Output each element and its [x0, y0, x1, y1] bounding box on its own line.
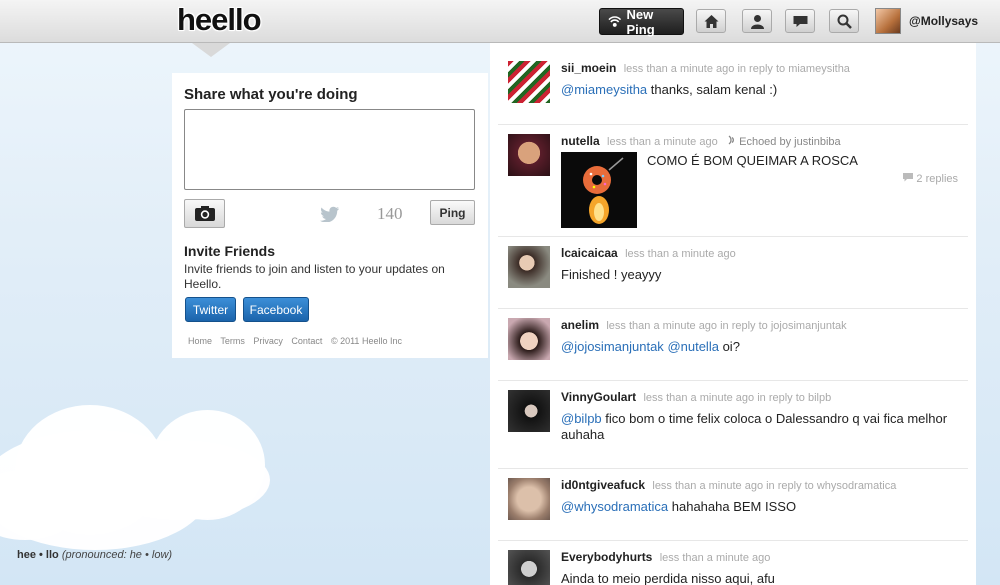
- feed-message: fico bom o time felix coloca o Dalessand…: [561, 411, 948, 442]
- home-icon: [704, 14, 718, 28]
- feed-text: @whysodramatica hahahaha BEM ISSO: [561, 499, 961, 515]
- pronunciation-text: (pronounced: he • low): [61, 549, 173, 561]
- compose-title: Share what you're doing: [184, 86, 358, 103]
- user-avatar[interactable]: [875, 8, 901, 34]
- echo-text[interactable]: Echoed by justinbiba: [739, 136, 841, 148]
- footer-home-link[interactable]: Home: [188, 336, 212, 346]
- facebook-invite-button[interactable]: Facebook: [243, 297, 309, 322]
- mention-link[interactable]: @whysodramatica: [561, 499, 668, 514]
- feed-divider: [498, 124, 968, 125]
- feed-username[interactable]: id0ntgiveafuck: [561, 478, 645, 492]
- home-button[interactable]: [696, 9, 726, 33]
- logo-pointer: [192, 43, 230, 57]
- footer-terms-link[interactable]: Terms: [220, 336, 245, 346]
- pronunciation-note: hee • llo (pronounced: he • low): [17, 549, 172, 561]
- feed-timestamp[interactable]: less than a minute ago: [625, 248, 736, 260]
- camera-icon: [194, 206, 215, 221]
- twitter-invite-button[interactable]: Twitter: [185, 297, 236, 322]
- feed-meta: sii_moein less than a minute ago in repl…: [561, 61, 850, 75]
- avatar[interactable]: [508, 61, 550, 103]
- footer-copyright: © 2011 Heello Inc: [330, 336, 402, 346]
- mention-link[interactable]: @nutella: [667, 339, 719, 354]
- feed-meta: id0ntgiveafuck less than a minute ago in…: [561, 478, 896, 492]
- reply-bubble-icon: [903, 173, 914, 182]
- feed-timestamp[interactable]: less than a minute ago in reply to bilpb: [643, 392, 831, 404]
- feed-timestamp[interactable]: less than a minute ago in reply to miame…: [624, 63, 850, 75]
- feed-timestamp[interactable]: less than a minute ago: [660, 552, 771, 564]
- mention-link[interactable]: @miameysitha: [561, 82, 647, 97]
- feed-text: @miameysitha thanks, salam kenal :): [561, 82, 961, 98]
- invite-friends-title: Invite Friends: [184, 243, 276, 259]
- photo-upload-button[interactable]: [184, 199, 225, 228]
- ping-submit-button[interactable]: Ping: [430, 200, 475, 225]
- feed-text: @bilpb fico bom o time felix coloca o Da…: [561, 411, 961, 443]
- feed-username[interactable]: VinnyGoulart: [561, 390, 636, 404]
- pronunciation-word: hee • llo: [17, 549, 59, 561]
- feed-timestamp[interactable]: less than a minute ago in reply to whyso…: [652, 480, 896, 492]
- feed-message: oi?: [722, 339, 740, 354]
- feed-message: hahahaha BEM ISSO: [671, 499, 797, 514]
- new-ping-label: New Ping: [626, 6, 655, 37]
- avatar[interactable]: [508, 134, 550, 176]
- character-counter: 140: [377, 204, 403, 223]
- ping-input[interactable]: [184, 109, 475, 190]
- search-icon: [837, 14, 852, 29]
- username-link[interactable]: @Mollysays: [909, 14, 978, 28]
- feed-meta: VinnyGoulart less than a minute ago in r…: [561, 390, 831, 404]
- avatar[interactable]: [508, 550, 550, 585]
- footer-links: Home Terms Privacy Contact © 2011 Heello…: [188, 336, 408, 346]
- feed-timestamp[interactable]: less than a minute ago in reply to jojos…: [606, 320, 846, 332]
- feed-meta: Everybodyhurts less than a minute ago: [561, 550, 770, 564]
- new-ping-button[interactable]: New Ping: [599, 6, 684, 37]
- feed-username[interactable]: Everybodyhurts: [561, 550, 652, 564]
- feed-message: Ainda to meio perdida nisso aqui, afu: [561, 571, 775, 585]
- mention-link[interactable]: @jojosimanjuntak: [561, 339, 664, 354]
- feed-message: thanks, salam kenal :): [650, 82, 778, 97]
- profile-button[interactable]: [742, 9, 772, 33]
- feed-message: COMO É BOM QUEIMAR A ROSCA: [647, 153, 858, 168]
- feed-divider: [498, 236, 968, 237]
- footer-privacy-link[interactable]: Privacy: [253, 336, 283, 346]
- post-image[interactable]: [561, 152, 637, 228]
- feed-timestamp[interactable]: less than a minute ago: [607, 136, 718, 148]
- feed-divider: [498, 540, 968, 541]
- avatar[interactable]: [508, 478, 550, 520]
- invite-friends-text: Invite friends to join and listen to you…: [184, 262, 445, 291]
- feed-divider: [498, 468, 968, 469]
- feed-divider: [498, 380, 968, 381]
- echo-icon: [728, 135, 734, 145]
- feed-text: @jojosimanjuntak @nutella oi?: [561, 339, 961, 355]
- avatar[interactable]: [508, 246, 550, 288]
- feed-username[interactable]: anelim: [561, 318, 599, 332]
- heello-logo[interactable]: heello: [177, 2, 262, 38]
- feed-username[interactable]: sii_moein: [561, 61, 616, 75]
- feed-message: Finished ! yeayyy: [561, 267, 662, 282]
- avatar[interactable]: [508, 318, 550, 360]
- footer-contact-link[interactable]: Contact: [291, 336, 322, 346]
- feed-divider: [498, 308, 968, 309]
- person-icon: [750, 14, 764, 29]
- ping-icon: [608, 15, 622, 27]
- echo-indicator: Echoed by justinbiba: [727, 135, 841, 148]
- speech-bubble-icon: [793, 15, 807, 27]
- top-bar: heello New Ping @Mollysays: [0, 0, 1000, 43]
- replies-indicator[interactable]: 2 replies: [903, 173, 958, 185]
- feed-meta: anelim less than a minute ago in reply t…: [561, 318, 847, 332]
- mention-link[interactable]: @bilpb: [561, 411, 602, 426]
- messages-button[interactable]: [785, 9, 815, 33]
- feed-username[interactable]: nutella: [561, 134, 600, 148]
- feed-meta: nutella less than a minute ago Echoed by…: [561, 134, 841, 148]
- twitter-bird-icon[interactable]: [320, 206, 340, 222]
- compose-panel: Share what you're doing 140 Ping Invite …: [172, 73, 488, 358]
- feed-username[interactable]: lcaicaicaa: [561, 246, 618, 260]
- replies-count: 2 replies: [916, 173, 958, 185]
- avatar[interactable]: [508, 390, 550, 432]
- ping-feed: sii_moein less than a minute ago in repl…: [490, 43, 976, 585]
- feed-meta: lcaicaicaa less than a minute ago: [561, 246, 736, 260]
- search-button[interactable]: [829, 9, 859, 33]
